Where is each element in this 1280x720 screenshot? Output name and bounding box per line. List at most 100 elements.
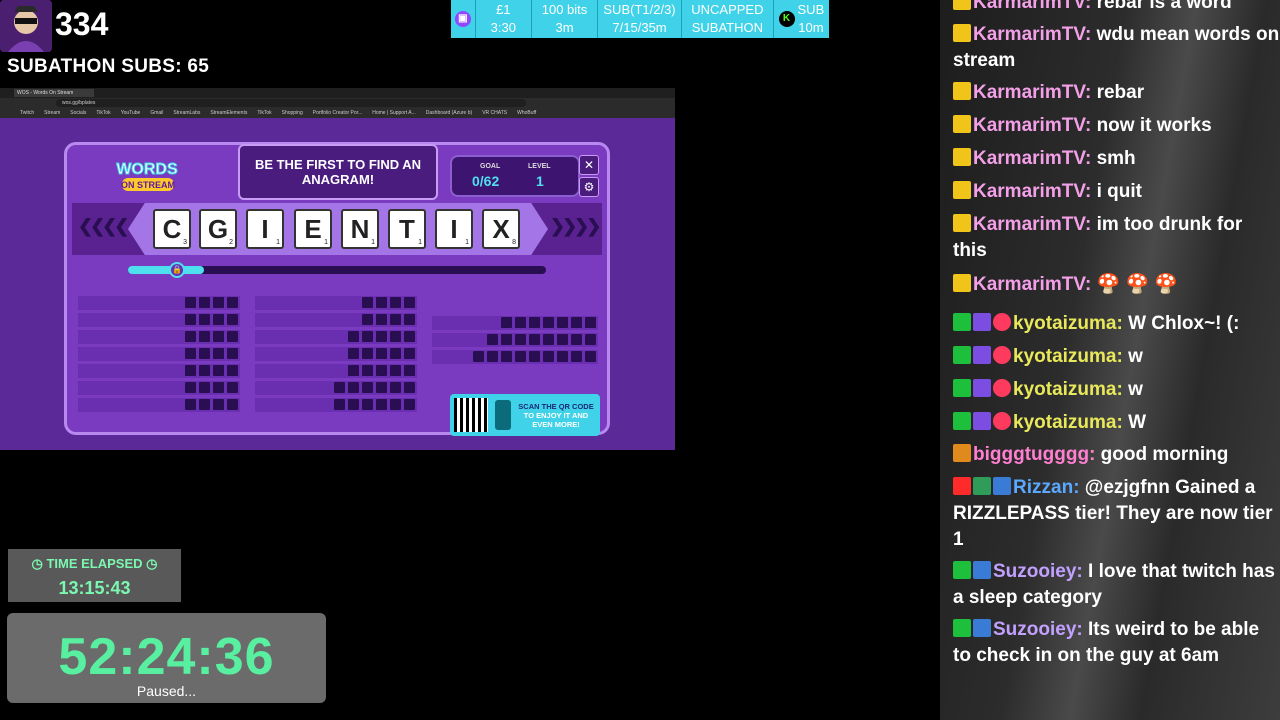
letter-tile: I1 — [246, 209, 284, 249]
chat-text: w — [1128, 379, 1143, 400]
chat-separator: : — [1084, 115, 1097, 136]
bookmark[interactable]: Socials — [70, 108, 86, 118]
chat-separator: : — [1084, 148, 1097, 169]
goal-level-panel: GOAL 0/62 LEVEL 1 — [450, 155, 580, 197]
letter-slot — [515, 317, 526, 328]
chat-username[interactable]: KarmarimTV — [973, 274, 1085, 295]
letter-slot — [585, 351, 596, 362]
bookmark[interactable]: YouTube — [121, 108, 141, 118]
chat-username[interactable]: kyotaizuma — [1013, 346, 1116, 367]
chat-message: kyotaizuma: W Chlox~! (: — [953, 311, 1280, 337]
bookmark[interactable]: StreamLabs — [173, 108, 200, 118]
chat-separator: : — [1084, 24, 1097, 45]
letter-slot — [199, 348, 210, 359]
chat-username[interactable]: KarmarimTV — [973, 24, 1085, 45]
letter-slot — [404, 314, 415, 325]
letter-slot — [376, 297, 387, 308]
letter-tile: I1 — [435, 209, 473, 249]
bookmark[interactable]: StreamElements — [210, 108, 247, 118]
mod-badge-icon — [953, 82, 971, 100]
countdown-value: 52:24:36 — [58, 628, 275, 686]
letter-slot — [213, 314, 224, 325]
chevrons-right-icon: ❯❯❯❯ — [550, 216, 601, 236]
bookmark[interactable]: WhoBuff — [517, 108, 536, 118]
bookmark[interactable]: Twitch — [20, 108, 34, 118]
azn-badge-icon — [953, 444, 971, 462]
letter-slot — [571, 351, 582, 362]
chat-username[interactable]: bigggtugggg — [973, 444, 1089, 465]
bookmark[interactable]: Home | Support A... — [372, 108, 416, 118]
viewer-count: 334 — [55, 6, 109, 42]
letter-slot — [227, 348, 238, 359]
letter-slot — [213, 365, 224, 376]
letter-slot — [390, 399, 401, 410]
progress-fill — [128, 266, 204, 274]
chat-username[interactable]: Suzooiey — [993, 561, 1076, 582]
chat-username[interactable]: KarmarimTV — [973, 181, 1085, 202]
bookmark[interactable]: Portfolio Creator Por... — [313, 108, 362, 118]
letter-slot — [390, 314, 401, 325]
letter-slot — [390, 297, 401, 308]
bookmark[interactable]: TikTok — [96, 108, 110, 118]
bookmark[interactable]: Stream — [44, 108, 60, 118]
chat-username[interactable]: kyotaizuma — [1013, 379, 1116, 400]
gift-badge-icon — [993, 477, 1011, 495]
letter-slot — [404, 399, 415, 410]
bookmark[interactable]: VR CHATS — [482, 108, 507, 118]
letter-tile: G2 — [199, 209, 237, 249]
chat-separator: : — [1084, 82, 1097, 103]
subathon-ticker: ▣ £1 3:30 100 bits 3m SUB(T1/2/3) 7/15/3… — [451, 0, 829, 38]
words-on-stream-logo: WORDS ON STREAM — [102, 156, 192, 196]
clock-icon: ◷ — [31, 556, 47, 571]
chat-username[interactable]: KarmarimTV — [973, 148, 1085, 169]
letter-slot — [362, 314, 373, 325]
bookmark[interactable]: TikTok — [257, 108, 271, 118]
letter-slot — [227, 314, 238, 325]
heart-badge-icon — [993, 379, 1011, 397]
letter-slot — [185, 365, 196, 376]
settings-gear-icon[interactable]: ⚙ — [579, 177, 599, 197]
vip-badge-icon — [953, 379, 971, 397]
vip-badge-icon — [953, 619, 971, 637]
ticker-top: 100 bits — [541, 2, 588, 17]
chat-username[interactable]: KarmarimTV — [973, 82, 1085, 103]
lock-icon: 🔒 — [169, 262, 185, 278]
mod-badge-icon — [953, 148, 971, 166]
chat-username[interactable]: Suzooiey — [993, 619, 1076, 640]
browser-tab[interactable]: WOS - Words On Stream — [14, 89, 94, 97]
letter-slot — [571, 317, 582, 328]
heart-badge-icon — [993, 346, 1011, 364]
ticker-top: SUB — [797, 2, 825, 17]
letter-slot — [185, 399, 196, 410]
bookmark[interactable]: Gmail — [150, 108, 163, 118]
letter-slot — [227, 297, 238, 308]
letter-slot — [199, 382, 210, 393]
qr-text-line2: TO ENJOY IT AND EVEN MORE! — [523, 411, 589, 429]
vip-badge-icon — [953, 412, 971, 430]
mod-badge-icon — [953, 181, 971, 199]
chat-username[interactable]: KarmarimTV — [973, 214, 1085, 235]
browser-address-bar: wos.gg/bplates — [0, 98, 675, 108]
chat-username[interactable]: kyotaizuma — [1013, 412, 1116, 433]
phone-icon — [495, 400, 511, 430]
vip-badge-icon — [953, 346, 971, 364]
ticker-bottom: SUBATHON — [691, 20, 763, 35]
chat-separator: : — [1073, 477, 1085, 498]
ticker-top: £1 — [496, 2, 511, 17]
letter-slot — [473, 351, 484, 362]
url-input[interactable]: wos.gg/bplates — [56, 99, 526, 107]
letter-slot — [376, 382, 387, 393]
gift-badge-icon — [973, 619, 991, 637]
chat-username[interactable]: KarmarimTV — [973, 0, 1085, 13]
chat-username[interactable]: Rizzan — [1013, 477, 1073, 498]
chat-message: KarmarimTV: wdu mean words on stream — [953, 22, 1280, 74]
chat-username[interactable]: KarmarimTV — [973, 115, 1085, 136]
chat-username[interactable]: kyotaizuma — [1013, 313, 1116, 334]
time-elapsed-label: ◷ TIME ELAPSED ◷ — [31, 556, 158, 571]
bookmark[interactable]: Dashboard (Azure b) — [426, 108, 472, 118]
bookmark[interactable]: Shopping — [282, 108, 303, 118]
close-button[interactable]: ✕ — [579, 155, 599, 175]
letter-tile: N1 — [341, 209, 379, 249]
clock-icon: ◷ — [142, 556, 158, 571]
goal-value: 0/62 — [472, 173, 500, 189]
